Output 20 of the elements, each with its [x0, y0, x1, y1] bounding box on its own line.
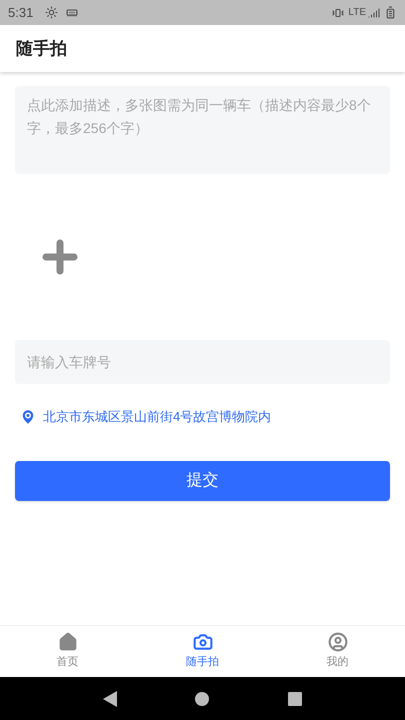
vibrate-icon [332, 6, 344, 18]
battery-icon [384, 6, 397, 19]
location-address[interactable]: 北京市东城区景山前街4号故宫博物院内 [43, 407, 272, 426]
app-bar-title: 随手拍 [16, 38, 67, 60]
network-label: LTE [348, 6, 366, 20]
status-time: 5:31 [8, 4, 34, 22]
recents-icon [288, 692, 302, 706]
tab-item[interactable]: 我的 [270, 626, 405, 677]
home-button-icon [194, 690, 210, 706]
back-icon [102, 690, 117, 706]
user-icon [328, 632, 348, 652]
home-icon [58, 632, 78, 652]
tab-item[interactable]: 首页 [0, 626, 135, 677]
signal-icon [368, 6, 380, 18]
description-field[interactable]: 点此添加描述，多张图需为同一辆车（描述内容最少8个字，最多256个字） [15, 86, 390, 174]
submit-button[interactable]: 提交 [15, 460, 390, 500]
memory-card-icon [66, 6, 78, 18]
camera-icon [192, 632, 212, 652]
tab-item[interactable]: 随手拍 [135, 626, 270, 677]
plate-number-field[interactable]: 请输入车牌号 [15, 340, 390, 384]
